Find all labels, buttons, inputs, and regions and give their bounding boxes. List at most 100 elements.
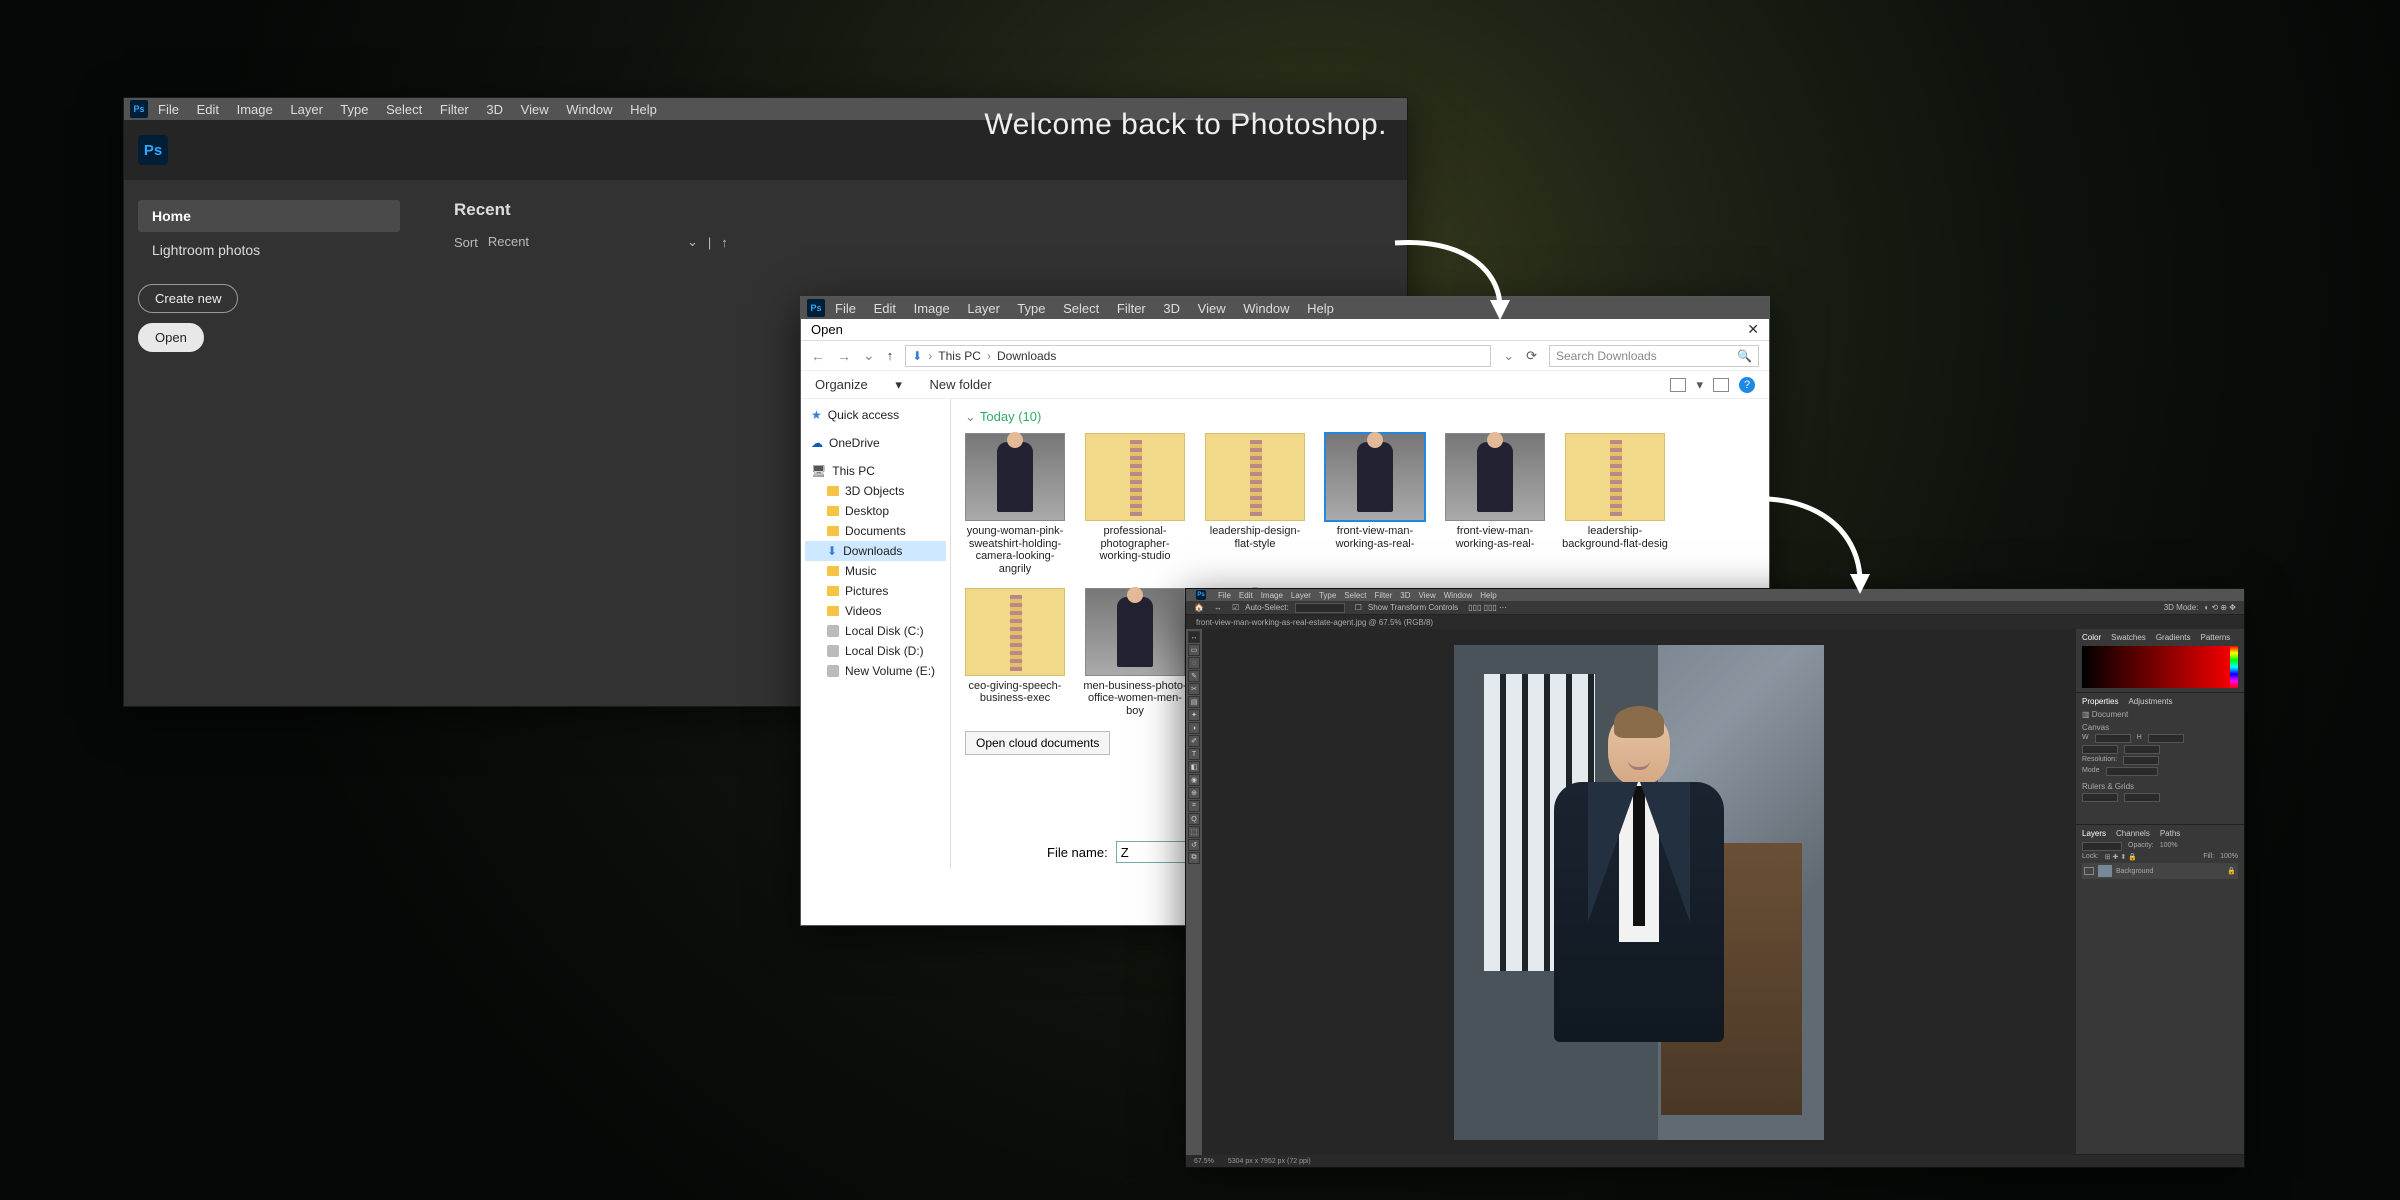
menu-3d[interactable]: 3D bbox=[486, 102, 503, 117]
zoom-value[interactable]: 67.5% bbox=[1194, 1158, 1214, 1165]
sort-dropdown[interactable]: Recent ⌄ bbox=[488, 234, 698, 250]
menu-view[interactable]: View bbox=[1198, 301, 1226, 316]
visibility-icon[interactable] bbox=[2084, 867, 2094, 875]
tab-paths[interactable]: Paths bbox=[2160, 829, 2180, 838]
breadcrumb-pc[interactable]: This PC bbox=[938, 349, 981, 363]
color-ramp[interactable] bbox=[2082, 646, 2238, 688]
tab-swatches[interactable]: Swatches bbox=[2111, 633, 2146, 642]
tool-button[interactable]: ◉ bbox=[1188, 774, 1200, 786]
tool-button[interactable]: ◧ bbox=[1188, 761, 1200, 773]
x-field[interactable] bbox=[2082, 745, 2118, 754]
tool-button[interactable]: ↺ bbox=[1188, 839, 1200, 851]
nav-downloads[interactable]: ⬇Downloads bbox=[805, 541, 946, 561]
menu-help[interactable]: Help bbox=[1480, 591, 1496, 600]
close-icon[interactable]: ✕ bbox=[1747, 321, 1759, 338]
tab-adjustments[interactable]: Adjustments bbox=[2128, 697, 2172, 706]
open-cloud-button[interactable]: Open cloud documents bbox=[965, 731, 1110, 755]
menu-filter[interactable]: Filter bbox=[1117, 301, 1146, 316]
auto-select-group[interactable]: ☑ Auto-Select: bbox=[1232, 603, 1345, 613]
tab-color[interactable]: Color bbox=[2082, 633, 2101, 642]
nav-this-pc[interactable]: 🖥This PC bbox=[805, 461, 946, 481]
menu-3d[interactable]: 3D bbox=[1163, 301, 1180, 316]
filter-icon[interactable]: | bbox=[708, 235, 711, 250]
tab-gradients[interactable]: Gradients bbox=[2156, 633, 2191, 642]
file-item[interactable]: ceo-giving-speech-business-exec bbox=[961, 588, 1069, 718]
tool-button[interactable]: ⌗ bbox=[1188, 800, 1200, 812]
file-item[interactable]: men-business-photo-office-women-men-boy bbox=[1081, 588, 1189, 718]
menu-edit[interactable]: Edit bbox=[1239, 591, 1253, 600]
sidebar-lightroom[interactable]: Lightroom photos bbox=[138, 234, 400, 266]
menu-edit[interactable]: Edit bbox=[197, 102, 219, 117]
file-item[interactable]: front-view-man-working-as-real- bbox=[1441, 433, 1549, 576]
forward-icon[interactable]: → bbox=[837, 348, 851, 364]
organize-button[interactable]: Organize ▾ bbox=[815, 377, 902, 392]
menu-help[interactable]: Help bbox=[1307, 301, 1334, 316]
mode-field[interactable] bbox=[2106, 767, 2158, 776]
nav-c-drive[interactable]: Local Disk (C:) bbox=[805, 621, 946, 641]
new-folder-button[interactable]: New folder bbox=[930, 377, 992, 392]
open-button[interactable]: Open bbox=[138, 323, 204, 352]
menu-select[interactable]: Select bbox=[386, 102, 422, 117]
file-item[interactable]: leadership-design-flat-style bbox=[1201, 433, 1309, 576]
width-field[interactable] bbox=[2095, 734, 2131, 743]
tool-button[interactable]: ▤ bbox=[1188, 696, 1200, 708]
menu-image[interactable]: Image bbox=[237, 102, 273, 117]
menu-file[interactable]: File bbox=[835, 301, 856, 316]
menu-window[interactable]: Window bbox=[1243, 301, 1289, 316]
menu-type[interactable]: Type bbox=[1319, 591, 1336, 600]
tool-button[interactable]: ⧉ bbox=[1188, 852, 1200, 864]
menu-layer[interactable]: Layer bbox=[290, 102, 323, 117]
menu-image[interactable]: Image bbox=[1261, 591, 1283, 600]
help-icon[interactable]: ? bbox=[1739, 377, 1755, 393]
menu-layer[interactable]: Layer bbox=[1291, 591, 1311, 600]
tool-button[interactable]: ⬚ bbox=[1188, 826, 1200, 838]
align-icons[interactable]: ▯▯▯ ▯▯▯ ⋯ bbox=[1468, 603, 1507, 612]
canvas[interactable] bbox=[1202, 629, 2076, 1155]
res-field[interactable] bbox=[2123, 756, 2159, 765]
tab-layers[interactable]: Layers bbox=[2082, 829, 2106, 838]
tool-button[interactable]: ✎ bbox=[1188, 670, 1200, 682]
menu-help[interactable]: Help bbox=[630, 102, 657, 117]
height-field[interactable] bbox=[2148, 734, 2184, 743]
tool-button[interactable]: T bbox=[1188, 748, 1200, 760]
tool-button[interactable]: ▭ bbox=[1188, 644, 1200, 656]
tool-button[interactable]: ✦ bbox=[1188, 709, 1200, 721]
nav-desktop[interactable]: Desktop bbox=[805, 501, 946, 521]
menu-view[interactable]: View bbox=[521, 102, 549, 117]
nav-quick-access[interactable]: ★Quick access bbox=[805, 405, 946, 425]
file-item[interactable]: professional-photographer-working-studio bbox=[1081, 433, 1189, 576]
breadcrumb-downloads[interactable]: Downloads bbox=[997, 349, 1056, 363]
tool-button[interactable]: ◑ bbox=[1188, 722, 1200, 734]
grid-field[interactable] bbox=[2124, 793, 2160, 802]
file-item[interactable]: young-woman-pink-sweatshirt-holding-came… bbox=[961, 433, 1069, 576]
preview-pane-icon[interactable] bbox=[1713, 378, 1729, 392]
back-icon[interactable]: ← bbox=[811, 348, 825, 364]
tool-button[interactable]: ◌ bbox=[1188, 657, 1200, 669]
tool-button[interactable]: ↔ bbox=[1188, 631, 1200, 643]
menu-type[interactable]: Type bbox=[340, 102, 368, 117]
menu-window[interactable]: Window bbox=[566, 102, 612, 117]
menu-layer[interactable]: Layer bbox=[967, 301, 1000, 316]
home-icon[interactable]: 🏠 bbox=[1194, 603, 1204, 612]
layer-background[interactable]: Background 🔒 bbox=[2082, 863, 2238, 879]
file-item[interactable]: leadership-background-flat-desig bbox=[1561, 433, 1669, 576]
menu-edit[interactable]: Edit bbox=[874, 301, 896, 316]
history-chevron-icon[interactable]: ⌄ bbox=[863, 347, 875, 364]
view-thumbnails-icon[interactable] bbox=[1670, 378, 1686, 392]
view-chevron-icon[interactable]: ▾ bbox=[1696, 377, 1703, 393]
menu-filter[interactable]: Filter bbox=[1375, 591, 1393, 600]
menu-view[interactable]: View bbox=[1419, 591, 1436, 600]
tool-button[interactable]: Q bbox=[1188, 813, 1200, 825]
menu-type[interactable]: Type bbox=[1017, 301, 1045, 316]
nav-d-drive[interactable]: Local Disk (D:) bbox=[805, 641, 946, 661]
sidebar-home[interactable]: Home bbox=[138, 200, 400, 232]
tab-properties[interactable]: Properties bbox=[2082, 697, 2118, 706]
breadcrumb-chevron-icon[interactable]: ⌄ bbox=[1503, 348, 1514, 364]
nav-videos[interactable]: Videos bbox=[805, 601, 946, 621]
menu-select[interactable]: Select bbox=[1063, 301, 1099, 316]
tab-channels[interactable]: Channels bbox=[2116, 829, 2150, 838]
tool-button[interactable]: ✐ bbox=[1188, 735, 1200, 747]
show-transform-toggle[interactable]: ☐ Show Transform Controls bbox=[1355, 603, 1458, 612]
menu-window[interactable]: Window bbox=[1444, 591, 1472, 600]
menu-image[interactable]: Image bbox=[914, 301, 950, 316]
